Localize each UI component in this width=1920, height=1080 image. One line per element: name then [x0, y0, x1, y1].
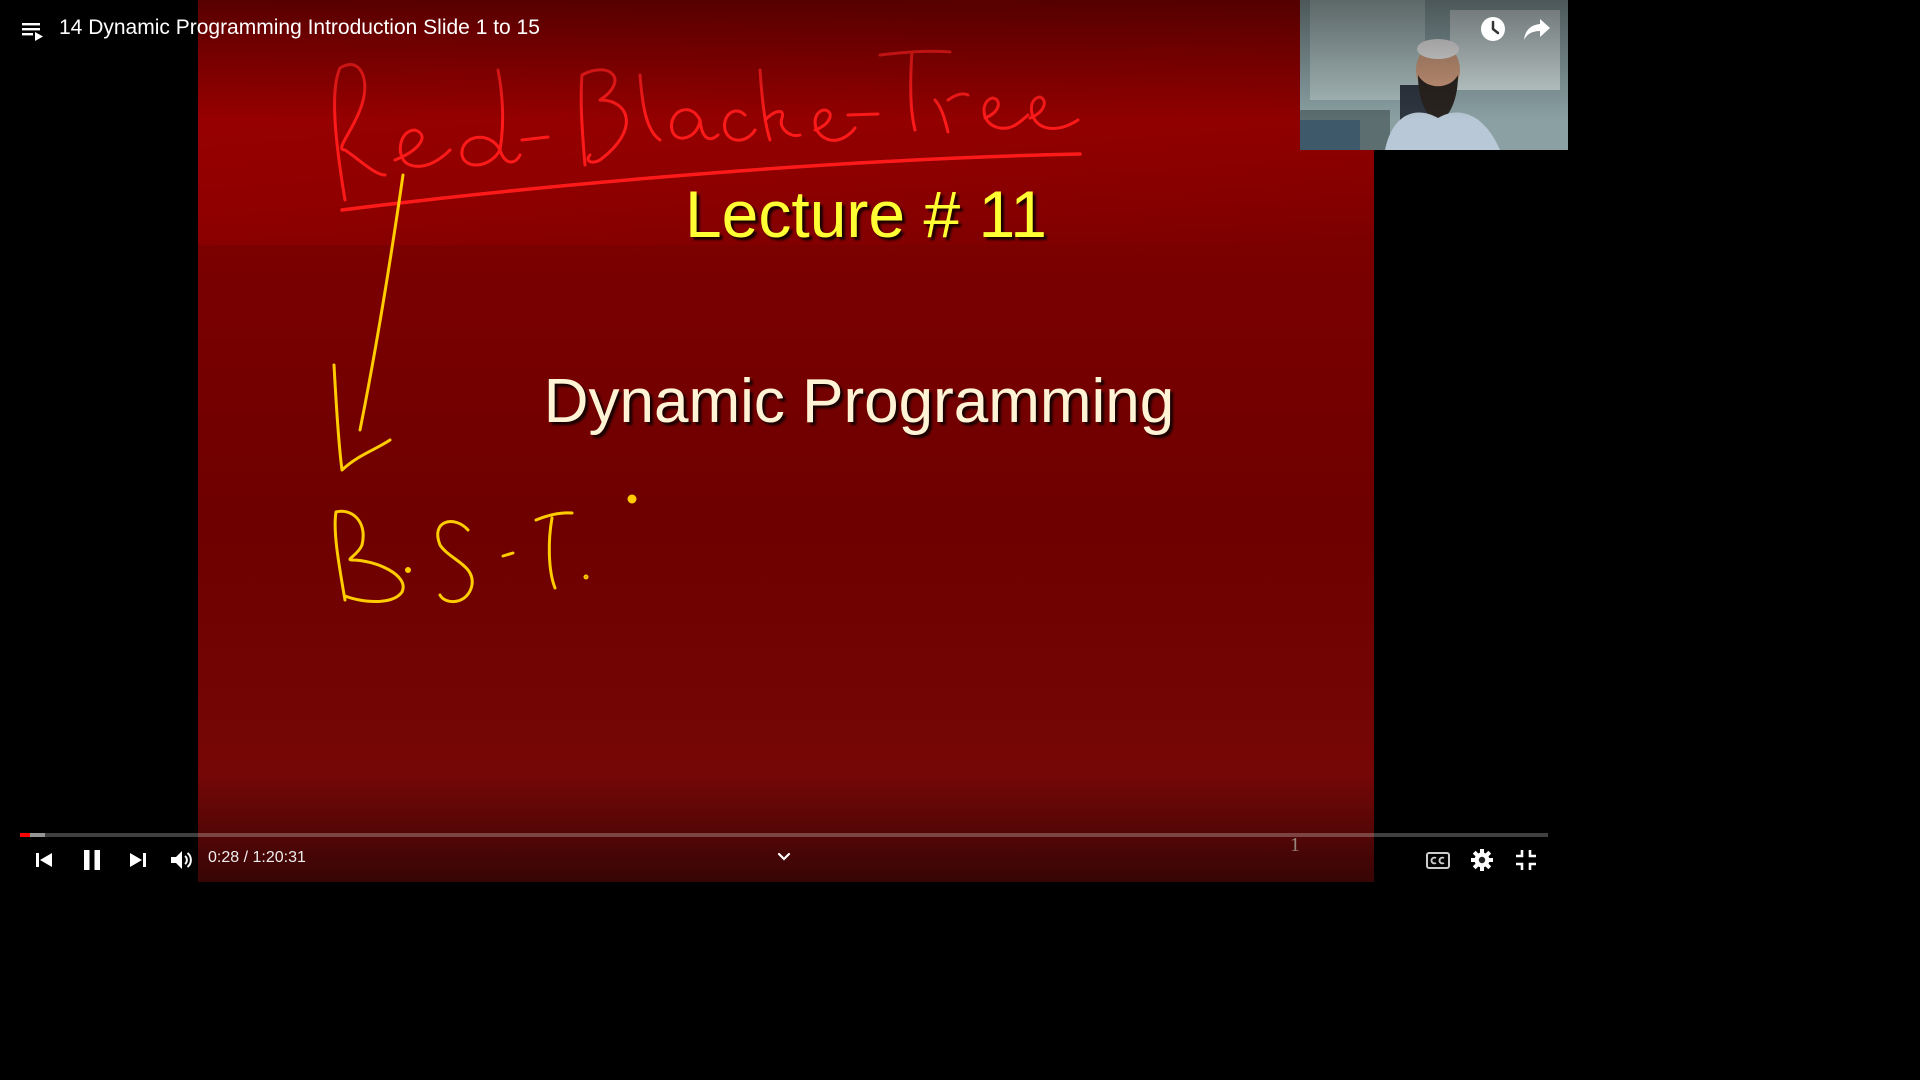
progress-played [20, 833, 30, 837]
captions-icon[interactable] [1424, 846, 1452, 874]
video-title[interactable]: 14 Dynamic Programming Introduction Slid… [59, 16, 540, 40]
time-separator: / [239, 849, 253, 866]
skip-previous-icon[interactable] [30, 846, 58, 874]
progress-bar[interactable] [20, 833, 1548, 837]
fullscreen-exit-icon[interactable] [1512, 846, 1540, 874]
playlist-icon[interactable] [20, 20, 46, 42]
yellow-handwriting [332, 173, 637, 604]
volume-icon[interactable] [167, 846, 195, 874]
share-icon[interactable] [1522, 14, 1552, 44]
time-current: 0:28 [208, 849, 240, 866]
time-display: 0:28 / 1:20:31 [208, 849, 306, 867]
title-bar: 14 Dynamic Programming Introduction Slid… [0, 0, 1300, 58]
time-total: 1:20:31 [252, 849, 306, 866]
video-frame[interactable]: Lecture # 11 Dynamic Programming 1 [0, 0, 1568, 882]
gear-icon[interactable] [1468, 846, 1496, 874]
chevron-down-icon[interactable] [770, 843, 798, 871]
clock-icon[interactable] [1478, 14, 1508, 44]
skip-next-icon[interactable] [124, 846, 152, 874]
pause-icon[interactable] [78, 846, 106, 874]
